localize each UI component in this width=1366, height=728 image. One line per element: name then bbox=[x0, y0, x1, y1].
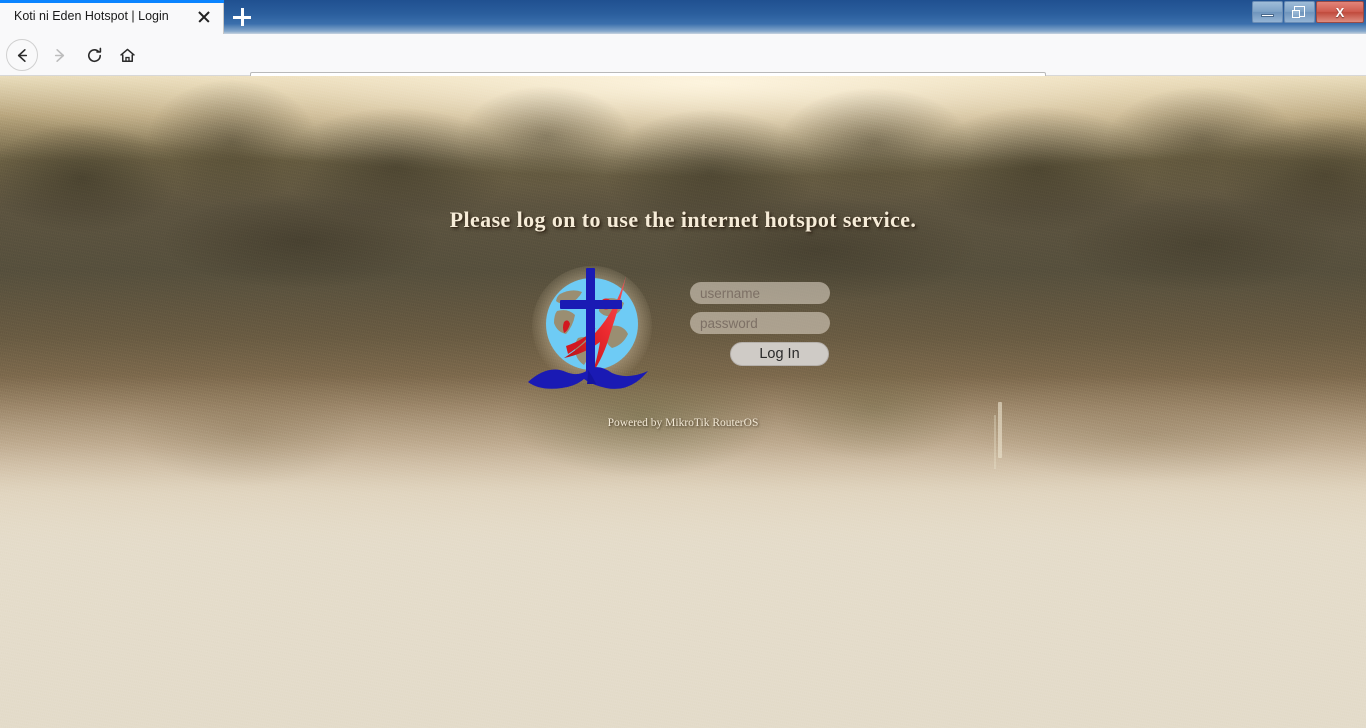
tab-strip: Koti ni Eden Hotspot | Login bbox=[0, 0, 1366, 34]
browser-window: Koti ni Eden Hotspot | Login X Please lo… bbox=[0, 0, 1366, 728]
login-container: Please log on to use the internet hotspo… bbox=[0, 76, 1366, 728]
login-fields: Log In bbox=[690, 254, 850, 366]
password-input[interactable] bbox=[690, 312, 830, 334]
home-button[interactable] bbox=[112, 40, 142, 70]
reload-button[interactable] bbox=[79, 40, 109, 70]
navigation-toolbar: hotspot.gamestation.id/login ••• bbox=[0, 34, 1366, 103]
restore-icon bbox=[1292, 6, 1305, 18]
arrow-right-icon bbox=[54, 48, 64, 62]
powered-by-text: Powered by MikroTik RouterOS bbox=[607, 417, 759, 429]
username-input[interactable] bbox=[690, 282, 830, 304]
page-title: Please log on to use the internet hotspo… bbox=[449, 207, 917, 232]
back-button[interactable] bbox=[6, 39, 38, 71]
window-close-icon: X bbox=[1335, 4, 1345, 20]
minimize-icon bbox=[1261, 14, 1274, 17]
hotspot-login-page: Please log on to use the internet hotspo… bbox=[0, 76, 1366, 728]
koti-ni-eden-globe-cross-logo bbox=[528, 266, 652, 389]
window-close-button[interactable]: X bbox=[1316, 1, 1364, 23]
title-bar: Koti ni Eden Hotspot | Login X bbox=[0, 0, 1366, 34]
close-icon[interactable] bbox=[195, 8, 213, 26]
tab-title: Koti ni Eden Hotspot | Login bbox=[14, 9, 169, 23]
home-icon bbox=[119, 48, 135, 62]
tab-active-accent bbox=[0, 0, 224, 3]
restore-button[interactable] bbox=[1284, 1, 1315, 23]
login-button[interactable]: Log In bbox=[730, 342, 829, 366]
reload-icon bbox=[87, 47, 101, 62]
forward-button[interactable] bbox=[44, 40, 74, 70]
login-form-row: Log In bbox=[0, 254, 1366, 404]
new-tab-button[interactable] bbox=[226, 3, 258, 33]
window-controls: X bbox=[1251, 1, 1364, 23]
minimize-button[interactable] bbox=[1252, 1, 1283, 23]
arrow-left-icon bbox=[17, 48, 27, 62]
browser-tab-active[interactable]: Koti ni Eden Hotspot | Login bbox=[0, 0, 224, 34]
